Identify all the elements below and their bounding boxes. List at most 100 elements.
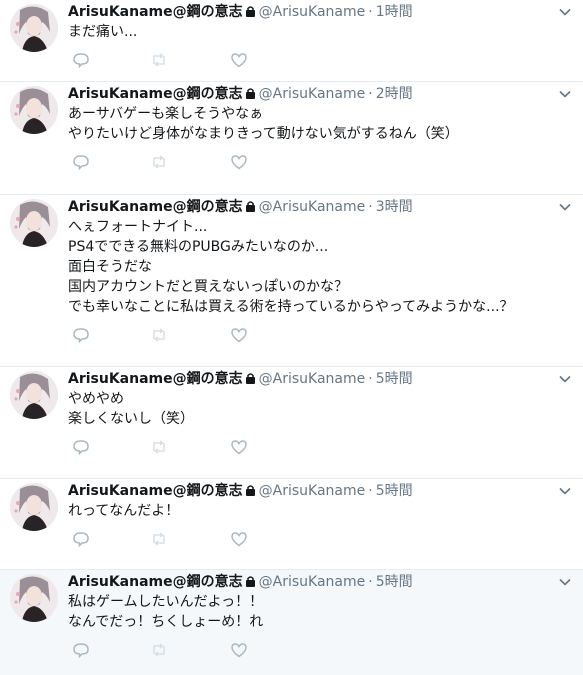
reply-button[interactable]	[72, 51, 90, 69]
timeline: ArisuKaname@鋼の意志 @ArisuKaname · 1時間 まだ痛い...	[0, 0, 583, 675]
avatar[interactable]	[10, 199, 58, 247]
heart-icon	[231, 643, 247, 658]
separator-dot: ·	[368, 199, 373, 215]
account-name[interactable]: ArisuKaname@鋼の意志	[68, 199, 243, 215]
tweet-actions	[68, 530, 543, 550]
account-name[interactable]: ArisuKaname@鋼の意志	[68, 371, 243, 387]
reply-button[interactable]	[72, 530, 90, 548]
tweet-text-line: PS4でできる無料のPUBGみたいなのか...	[68, 239, 329, 255]
tweet[interactable]: ArisuKaname@鋼の意志 @ArisuKaname · 5時間 私はゲームした…	[0, 570, 583, 675]
tweet-timestamp[interactable]: 2時間	[376, 86, 413, 102]
reply-button[interactable]	[72, 641, 90, 659]
avatar-image	[10, 86, 58, 134]
tweet[interactable]: ArisuKaname@鋼の意志 @ArisuKaname · 5時間 やめやめ 楽し…	[0, 367, 583, 479]
tweet-text-line: 私はゲームしたいんだよっ！！	[68, 594, 264, 610]
tweet-text: まだ痛い...	[68, 22, 543, 42]
tweet-text-line: へぇフォートナイト...	[68, 219, 208, 235]
like-button[interactable]	[230, 51, 248, 69]
tweet[interactable]: ArisuKaname@鋼の意志 @ArisuKaname · 3時間 へぇフォートナ…	[0, 195, 583, 367]
lock-icon	[245, 573, 256, 593]
lock-icon	[245, 370, 256, 390]
reply-icon	[73, 532, 89, 548]
avatar[interactable]	[10, 574, 58, 622]
tweet-text-line: なんでだっ！ちくしょーめ！れ	[68, 614, 264, 630]
chevron-down-icon	[559, 203, 571, 211]
avatar[interactable]	[10, 4, 58, 52]
tweet-text-line: まだ痛い...	[68, 24, 138, 40]
tweet-text-line: 国内アカウントだと買えないっぽいのかな？	[68, 279, 348, 295]
tweet-text: へぇフォートナイト... PS4でできる無料のPUBGみたいなのか... 面白そ…	[68, 217, 543, 317]
avatar[interactable]	[10, 371, 58, 419]
tweet-header: ArisuKaname@鋼の意志 @ArisuKaname · 5時間	[68, 369, 543, 389]
reply-button[interactable]	[72, 326, 90, 344]
account-name[interactable]: ArisuKaname@鋼の意志	[68, 4, 243, 20]
like-button[interactable]	[230, 530, 248, 548]
like-button[interactable]	[230, 438, 248, 456]
reply-button[interactable]	[72, 153, 90, 171]
like-button[interactable]	[230, 326, 248, 344]
reply-icon	[73, 328, 89, 344]
tweet-text-line: 面白そうだな	[68, 259, 152, 275]
lock-icon	[245, 85, 256, 105]
tweet[interactable]: ArisuKaname@鋼の意志 @ArisuKaname · 1時間 まだ痛い...	[0, 0, 583, 82]
tweet-timestamp[interactable]: 5時間	[376, 483, 413, 499]
avatar[interactable]	[10, 86, 58, 134]
lock-icon	[245, 3, 256, 23]
separator-dot: ·	[368, 371, 373, 387]
retweet-icon	[153, 643, 165, 657]
tweet-menu-button[interactable]	[557, 371, 573, 387]
retweet-icon	[153, 532, 165, 546]
tweet-menu-button[interactable]	[557, 86, 573, 102]
chevron-down-icon	[559, 375, 571, 383]
retweet-button	[150, 438, 168, 456]
tweet-menu-button[interactable]	[557, 199, 573, 215]
tweet-actions	[68, 641, 543, 661]
heart-icon	[231, 155, 247, 170]
account-handle[interactable]: @ArisuKaname	[259, 199, 366, 215]
like-button[interactable]	[230, 641, 248, 659]
reply-icon	[73, 155, 89, 171]
tweet-text-line: やりたいけど身体がなまりきって動けない気がするねん（笑）	[68, 126, 459, 142]
separator-dot: ·	[368, 86, 373, 102]
avatar-image	[10, 4, 58, 52]
separator-dot: ·	[368, 4, 373, 20]
heart-icon	[231, 328, 247, 343]
account-handle[interactable]: @ArisuKaname	[259, 4, 366, 20]
retweet-icon	[153, 328, 165, 342]
tweet-text-line: 楽しくないし（笑）	[68, 411, 194, 427]
tweet-text: 私はゲームしたいんだよっ！！ なんでだっ！ちくしょーめ！れ	[68, 592, 543, 632]
tweet-timestamp[interactable]: 5時間	[376, 574, 413, 590]
account-name[interactable]: ArisuKaname@鋼の意志	[68, 483, 243, 499]
account-name[interactable]: ArisuKaname@鋼の意志	[68, 86, 243, 102]
heart-icon	[231, 440, 247, 455]
account-handle[interactable]: @ArisuKaname	[259, 483, 366, 499]
tweet-menu-button[interactable]	[557, 4, 573, 20]
like-button[interactable]	[230, 153, 248, 171]
account-handle[interactable]: @ArisuKaname	[259, 371, 366, 387]
retweet-button	[150, 530, 168, 548]
tweet-header: ArisuKaname@鋼の意志 @ArisuKaname · 5時間	[68, 481, 543, 501]
avatar[interactable]	[10, 483, 58, 531]
account-handle[interactable]: @ArisuKaname	[259, 86, 366, 102]
tweet-timestamp[interactable]: 3時間	[376, 199, 413, 215]
tweet-actions	[68, 438, 543, 458]
retweet-button	[150, 153, 168, 171]
tweet-text: あーサバゲーも楽しそうやなぁ やりたいけど身体がなまりきって動けない気がするねん…	[68, 104, 543, 144]
tweet[interactable]: ArisuKaname@鋼の意志 @ArisuKaname · 2時間 あーサバゲーも…	[0, 82, 583, 195]
tweet-timestamp[interactable]: 5時間	[376, 371, 413, 387]
reply-button[interactable]	[72, 438, 90, 456]
tweet-menu-button[interactable]	[557, 483, 573, 499]
separator-dot: ·	[368, 574, 373, 590]
account-handle[interactable]: @ArisuKaname	[259, 574, 366, 590]
tweet[interactable]: ArisuKaname@鋼の意志 @ArisuKaname · 5時間 れってなんだよ…	[0, 479, 583, 570]
account-name[interactable]: ArisuKaname@鋼の意志	[68, 574, 243, 590]
retweet-icon	[153, 155, 165, 169]
tweet-header: ArisuKaname@鋼の意志 @ArisuKaname · 5時間	[68, 572, 543, 592]
tweet-menu-button[interactable]	[557, 574, 573, 590]
tweet-actions	[68, 153, 543, 173]
tweet-timestamp[interactable]: 1時間	[376, 4, 413, 20]
lock-icon	[245, 482, 256, 502]
tweet-text: やめやめ 楽しくないし（笑）	[68, 389, 543, 429]
tweet-text-line: れってなんだよ！	[68, 503, 180, 519]
reply-icon	[73, 643, 89, 659]
